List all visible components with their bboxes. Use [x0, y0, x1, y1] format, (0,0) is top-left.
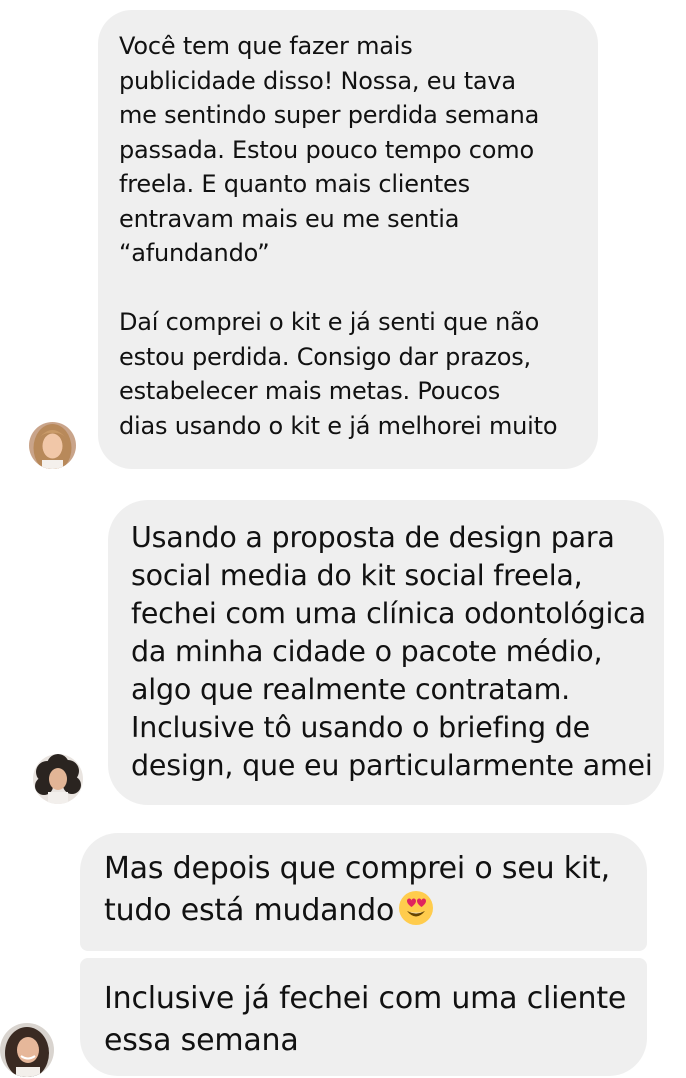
message-text-2: Usando a proposta de design para social …: [131, 521, 653, 782]
message-bubble-2[interactable]: Usando a proposta de design para social …: [108, 500, 664, 805]
heart-eyes-emoji-icon: [398, 890, 434, 926]
avatar-woman-dark-hair-icon: [0, 1023, 54, 1077]
sender-avatar-3[interactable]: [0, 1023, 54, 1077]
message-bubble-3[interactable]: Mas depois que comprei o seu kit, tudo e…: [80, 833, 647, 951]
avatar-woman-blonde-icon: [29, 422, 76, 469]
message-text-4: Inclusive já fechei com uma cliente essa…: [104, 981, 627, 1058]
sender-avatar-2[interactable]: [33, 754, 83, 804]
message-text-3: Mas depois que comprei o seu kit, tudo e…: [104, 851, 610, 928]
message-bubble-1[interactable]: Você tem que fazer mais publicidade diss…: [98, 10, 598, 469]
sender-avatar-1[interactable]: [29, 422, 76, 469]
message-bubble-4[interactable]: Inclusive já fechei com uma cliente essa…: [80, 958, 647, 1076]
avatar-woman-curly-hair-icon: [33, 754, 83, 804]
message-text-1: Você tem que fazer mais publicidade diss…: [119, 32, 558, 440]
